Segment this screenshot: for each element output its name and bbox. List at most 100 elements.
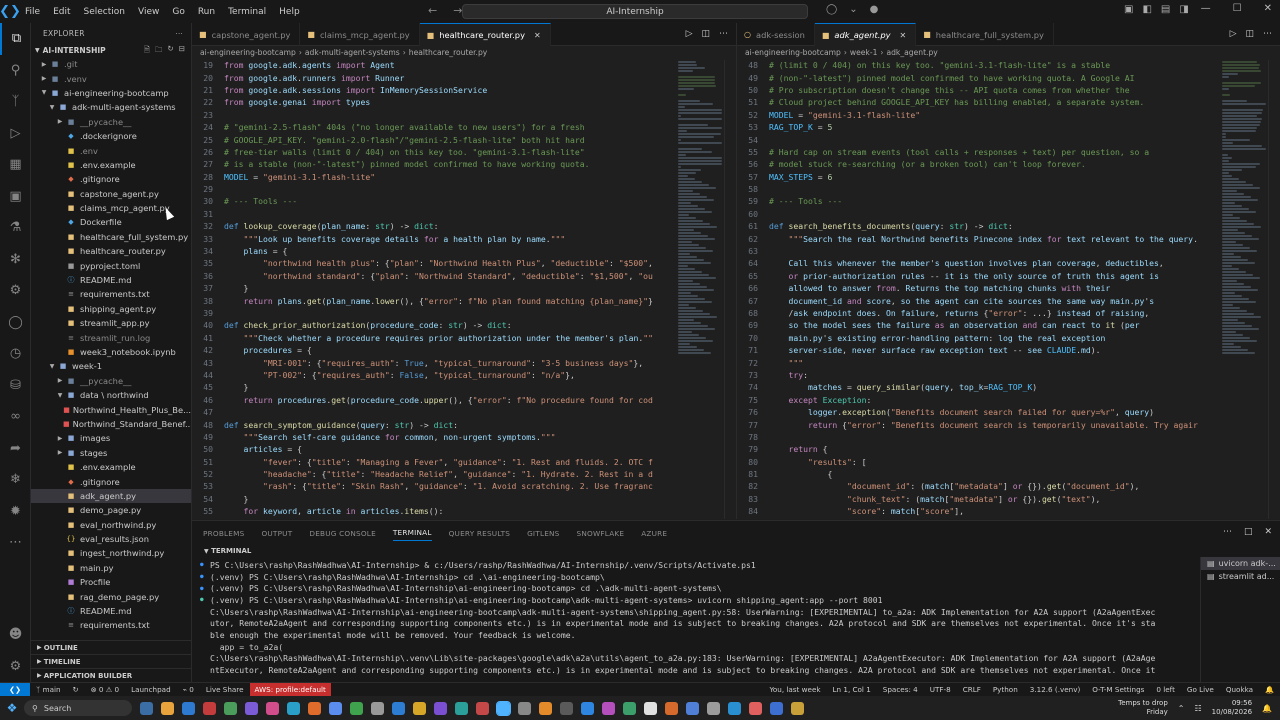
taskbar-app-icon[interactable] [728, 701, 741, 715]
search-icon[interactable]: ⚲ [0, 55, 31, 87]
eol-indicator[interactable]: CRLF [957, 685, 987, 694]
docker-icon[interactable]: ⚙ [0, 275, 31, 307]
left-indicator[interactable]: 0 left [1150, 685, 1181, 694]
taskbar-app-icon[interactable] [749, 701, 762, 715]
taskbar-app-icon[interactable] [392, 701, 405, 715]
maximize-panel-icon[interactable]: □ [1244, 527, 1253, 537]
taskbar-app-icon[interactable] [329, 701, 342, 715]
run-icon[interactable]: ▷ [1230, 29, 1237, 39]
new-file-icon[interactable]: 🗎 [144, 44, 150, 57]
system-clock[interactable]: 09:56 10/08/2026 [1212, 699, 1252, 717]
file-item[interactable]: ■ ingest_northwind.py [31, 546, 191, 560]
maximize-icon[interactable]: ☐ [1233, 3, 1242, 14]
taskbar-app-icon[interactable] [161, 701, 174, 715]
taskbar-app-icon[interactable] [602, 701, 615, 715]
terminal-instance[interactable]: ▤ uvicorn adk-... [1201, 557, 1280, 570]
taskbar-app-icon[interactable] [623, 701, 636, 715]
taskbar-app-icon[interactable] [686, 701, 699, 715]
taskbar-app-icon[interactable] [539, 701, 552, 715]
refresh-icon[interactable]: ↻ [167, 44, 173, 57]
menu-item-go[interactable]: Go [172, 7, 184, 17]
taskbar-app-icon[interactable] [560, 701, 573, 715]
menu-item-view[interactable]: View [138, 7, 159, 17]
taskbar-app-icon[interactable] [287, 701, 300, 715]
taskbar-app-icon[interactable] [476, 701, 489, 715]
editor-tab-adk-session[interactable]: ○ adk-session [737, 23, 815, 46]
sidebar-section-application-builder[interactable]: ▶ APPLICATION BUILDER [31, 668, 192, 682]
editor-tab-healthcare-full-system-py[interactable]: ■ healthcare_full_system.py [916, 23, 1054, 46]
command-center-search[interactable]: AI-Internship [462, 4, 808, 19]
breadcrumb-item[interactable]: ai-engineering-bootcamp [745, 48, 841, 57]
menu-item-edit[interactable]: Edit [53, 7, 70, 17]
taskbar-app-icon[interactable] [791, 701, 804, 715]
tray-chevron-icon[interactable]: ⌃ [1178, 704, 1185, 713]
file-item[interactable]: ■ shipping_agent.py [31, 302, 191, 316]
taskbar-app-icon[interactable] [203, 701, 216, 715]
folder-item[interactable]: ▶ ■ .git [31, 57, 191, 71]
taskbar-app-icon[interactable] [581, 701, 594, 715]
snowflake-icon[interactable]: ❄ [0, 464, 31, 496]
file-item[interactable]: ■ Northwind_Health_Plus_Be... [31, 402, 191, 416]
indentation-indicator[interactable]: Spaces: 4 [877, 685, 924, 694]
taskbar-app-icon[interactable] [518, 701, 531, 715]
more-actions-icon[interactable]: ⋯ [1223, 527, 1232, 537]
folder-item[interactable]: ▼ ■ ai-engineering-bootcamp [31, 86, 191, 100]
run-icon[interactable]: ▷ [686, 29, 693, 39]
code-editor-left[interactable]: 19 from google.adk.agents import Agent 20 f… [192, 59, 736, 519]
taskbar-app-icon[interactable] [350, 701, 363, 715]
file-item[interactable]: ■ week3_notebook.ipynb [31, 345, 191, 359]
taskbar-app-icon[interactable] [308, 701, 321, 715]
code-editor-right[interactable]: 48 # (limit 0 / 404) on this key too. "ge… [737, 59, 1280, 519]
manage-gear-icon[interactable]: ⚙ [0, 651, 31, 683]
close-tab-icon[interactable]: ✕ [900, 31, 907, 40]
file-item[interactable]: {} eval_results.json [31, 532, 191, 546]
file-item[interactable]: ■ eval_northwind.py [31, 518, 191, 532]
taskbar-app-icon[interactable] [434, 701, 447, 715]
chevron-down-icon[interactable]: ⌄ [849, 4, 857, 15]
sync-icon[interactable]: ↻ [67, 685, 85, 694]
close-icon[interactable]: ✕ [1264, 3, 1272, 14]
more-actions-icon[interactable]: ⋯ [1263, 29, 1272, 39]
breadcrumb-item[interactable]: adk_agent.py [886, 48, 937, 57]
menu-item-terminal[interactable]: Terminal [228, 7, 266, 17]
live-share-icon[interactable]: ∞ [0, 401, 31, 433]
encoding-indicator[interactable]: UTF-8 [924, 685, 957, 694]
split-editor-icon[interactable]: ◫ [1245, 29, 1254, 39]
sidebar-section-timeline[interactable]: ▶ TIMELINE [31, 654, 192, 668]
taskbar-app-icon[interactable] [371, 701, 384, 715]
extensions-icon[interactable]: ▦ [0, 149, 31, 181]
back-arrow-icon[interactable]: ← [428, 4, 437, 17]
taskbar-app-icon[interactable] [707, 701, 720, 715]
folder-item[interactable]: ▶ ■ stages [31, 446, 191, 460]
cursor-position[interactable]: Ln 1, Col 1 [827, 685, 877, 694]
collapse-all-icon[interactable]: ⊟ [179, 44, 185, 57]
file-item[interactable]: ◆ .gitignore [31, 172, 191, 186]
breadcrumb-item[interactable]: healthcare_router.py [409, 48, 488, 57]
file-item[interactable]: ■ healthcare_router.py [31, 244, 191, 258]
menu-item-help[interactable]: Help [279, 7, 300, 17]
close-panel-icon[interactable]: ✕ [1264, 527, 1272, 537]
minimap-left[interactable] [678, 60, 722, 519]
source-control-icon[interactable]: ᛉ [0, 86, 31, 118]
file-item[interactable]: ■ healthcare_full_system.py [31, 230, 191, 244]
panel-tab-problems[interactable]: PROBLEMS [203, 529, 244, 538]
panel-tab-terminal[interactable]: TERMINAL [392, 528, 432, 541]
file-item[interactable]: ■ Northwind_Standard_Benef... [31, 417, 191, 431]
gitlens-icon[interactable]: ◯ [0, 307, 31, 339]
folder-item[interactable]: ▼ ■ adk-multi-agent-systems [31, 100, 191, 114]
panel-tab-query-results[interactable]: QUERY RESULTS [449, 529, 510, 538]
testing-icon[interactable]: ⚗ [0, 212, 31, 244]
taskbar-search[interactable]: ⚲ Search [24, 700, 132, 716]
explorer-icon[interactable]: ⧉ [0, 23, 31, 55]
notifications-icon[interactable]: 🔔 [1262, 704, 1272, 713]
menu-item-file[interactable]: File [25, 7, 40, 17]
file-item[interactable]: ■ .env [31, 143, 191, 157]
file-item[interactable]: ◆ .dockerignore [31, 129, 191, 143]
account-icon[interactable]: ● [870, 4, 879, 15]
file-item[interactable]: ■ adk_agent.py [31, 488, 191, 504]
panel-tab-output[interactable]: OUTPUT [261, 529, 292, 538]
terminal-output[interactable]: ● PS C:\Users\rashp\RashWadhwa\AI-Interns… [200, 559, 1190, 683]
share-icon[interactable]: ➦ [0, 433, 31, 465]
breadcrumb-item[interactable]: ai-engineering-bootcamp [200, 48, 296, 57]
file-item[interactable]: ■ demo_page.py [31, 503, 191, 517]
